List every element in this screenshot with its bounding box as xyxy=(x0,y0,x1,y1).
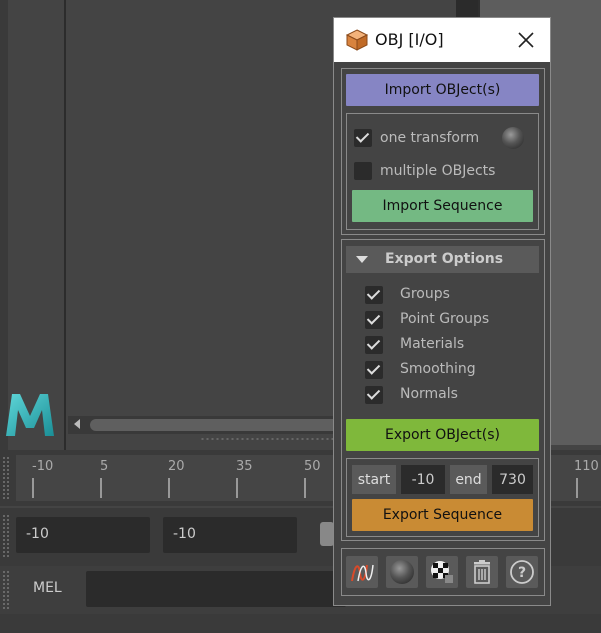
collapse-arrow-icon[interactable] xyxy=(356,256,368,263)
tick-label: 110 xyxy=(574,459,599,474)
smoothing-label: Smoothing xyxy=(400,361,476,377)
export-options-header[interactable]: Export Options xyxy=(346,246,539,273)
tick-label: 35 xyxy=(236,459,253,474)
groups-checkbox[interactable] xyxy=(365,286,383,304)
shader-ball-icon[interactable] xyxy=(502,127,524,149)
sphere-icon[interactable] xyxy=(386,556,418,588)
maya-logo-icon xyxy=(6,394,54,436)
tick-label: 50 xyxy=(304,459,321,474)
end-label: end xyxy=(450,465,487,494)
normals-checkbox[interactable] xyxy=(365,386,383,404)
export-options-title: Export Options xyxy=(385,251,504,267)
multiple-objects-label: multiple OBJects xyxy=(380,163,496,179)
start-frame-field[interactable]: -10 xyxy=(401,465,445,494)
export-objects-button[interactable]: Export OBJect(s) xyxy=(346,419,539,451)
command-line-grip[interactable] xyxy=(2,570,10,610)
tick-mark xyxy=(576,478,578,498)
trash-icon[interactable] xyxy=(466,556,498,588)
materials-label: Materials xyxy=(400,336,465,352)
help-line xyxy=(0,614,601,633)
window-titlebar[interactable]: OBJ [I/O] xyxy=(334,18,550,62)
tick-mark xyxy=(32,478,34,498)
mel-label[interactable]: MEL xyxy=(33,580,62,596)
export-sequence-button[interactable]: Export Sequence xyxy=(352,499,533,531)
time-slider-grip[interactable] xyxy=(2,456,10,500)
mel-command-input[interactable] xyxy=(86,571,346,607)
tick-mark xyxy=(100,478,102,498)
scroll-left-arrow-icon[interactable] xyxy=(74,419,80,429)
close-icon[interactable] xyxy=(512,26,540,54)
start-label: start xyxy=(352,465,396,494)
help-icon[interactable]: ? xyxy=(506,556,538,588)
multiple-objects-checkbox[interactable] xyxy=(354,162,372,180)
one-transform-label: one transform xyxy=(380,130,480,146)
end-frame-field[interactable]: 730 xyxy=(492,465,533,494)
resize-grip[interactable] xyxy=(200,438,336,440)
point-groups-label: Point Groups xyxy=(400,311,490,327)
outliner-panel xyxy=(8,0,66,450)
obj-io-window: OBJ [I/O] Import OBJect(s) one transform… xyxy=(333,17,551,606)
checker-shader-icon[interactable] xyxy=(426,556,458,588)
import-sequence-button[interactable]: Import Sequence xyxy=(352,190,533,222)
groups-label: Groups xyxy=(400,286,450,302)
range-slider-handle[interactable] xyxy=(320,522,334,546)
tick-mark xyxy=(304,478,306,498)
tick-mark xyxy=(168,478,170,498)
scroll-thumb[interactable] xyxy=(90,419,340,431)
tick-mark xyxy=(236,478,238,498)
range-slider-grip[interactable] xyxy=(2,514,10,558)
normals-label: Normals xyxy=(400,386,458,402)
animation-start-field[interactable]: -10 xyxy=(16,517,150,553)
box-icon xyxy=(345,29,369,51)
smoothing-checkbox[interactable] xyxy=(365,361,383,379)
curve-icon[interactable] xyxy=(346,556,378,588)
tick-label: 5 xyxy=(100,459,109,474)
window-title: OBJ [I/O] xyxy=(375,30,444,49)
playback-start-field[interactable]: -10 xyxy=(163,517,297,553)
materials-checkbox[interactable] xyxy=(365,336,383,354)
tick-label: 20 xyxy=(168,459,185,474)
import-objects-button[interactable]: Import OBJect(s) xyxy=(346,74,539,106)
svg-text:?: ? xyxy=(518,565,526,581)
tick-label: -10 xyxy=(32,459,54,474)
one-transform-checkbox[interactable] xyxy=(354,129,372,147)
left-strip xyxy=(0,0,8,450)
point-groups-checkbox[interactable] xyxy=(365,311,383,329)
